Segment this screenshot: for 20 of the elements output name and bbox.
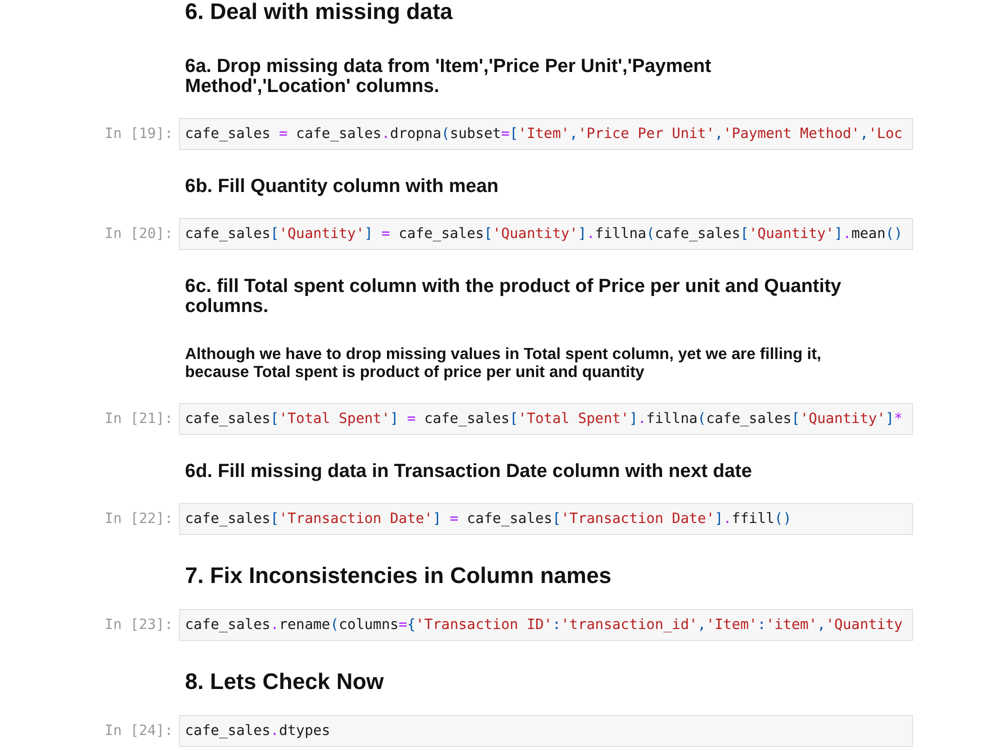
code-editor[interactable]: cafe_sales['Transaction Date'] = cafe_sales['Transaction Date'].ffill() [179,503,913,535]
subsection-heading: 6a. Drop missing data from 'Item','Price Per Unit','Payment Method','Location' columns. [185,57,712,97]
cell-prompt: In [22]: [104,510,173,529]
subsection-heading: 6d. Fill missing data in Transaction Date column with next date [185,462,753,482]
code-editor[interactable]: cafe_sales['Total Spent'] = cafe_sales['Total Spent'].fillna(cafe_sales['Quantity']* [179,403,913,435]
section-heading: 8. Lets Check Now [185,670,385,694]
subsection-heading: 6c. fill Total spent column with the product of Price per unit and Quantity columns. [185,277,842,317]
cell-prompt: In [24]: [104,722,173,741]
paragraph: Although we have to drop missing values in Total spent column, yet we are filling it, because Total spent is product of price per unit and quantity [185,346,822,382]
code-editor[interactable]: cafe_sales.dtypes [179,715,913,747]
cell-prompt: In [20]: [104,225,173,244]
code-editor[interactable]: cafe_sales.rename(columns={'Transaction ID':'transaction_id','Item':'item','Quantity [179,609,913,641]
cell-prompt: In [23]: [104,616,173,635]
cell-prompt: In [19]: [104,125,173,144]
section-heading: 7. Fix Inconsistencies in Column names [185,564,612,588]
code-editor[interactable]: cafe_sales = cafe_sales.dropna(subset=['Item','Price Per Unit','Payment Method','Loc [179,118,913,150]
code-editor[interactable]: cafe_sales['Quantity'] = cafe_sales['Quantity'].fillna(cafe_sales['Quantity'].mean() [179,218,913,250]
section-heading: 6. Deal with missing data [185,0,454,24]
cell-prompt: In [21]: [104,410,173,429]
subsection-heading: 6b. Fill Quantity column with mean [185,177,500,197]
